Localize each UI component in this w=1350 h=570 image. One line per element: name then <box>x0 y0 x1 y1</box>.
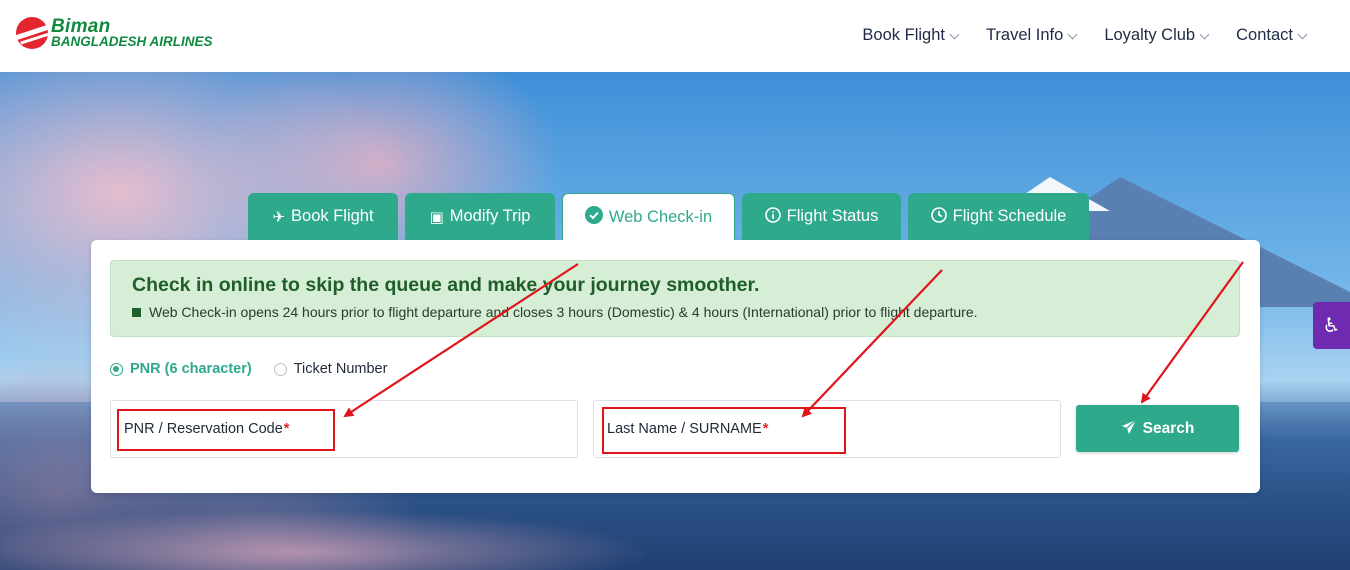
search-type-radio-group: PNR (6 character) Ticket Number <box>110 361 409 377</box>
web-check-in-card: Check in online to skip the queue and ma… <box>91 240 1260 493</box>
main-nav: Book Flight Travel Info Loyalty Club Con… <box>834 26 1308 45</box>
nav-travel-info[interactable]: Travel Info <box>985 26 1078 45</box>
site-header: Biman BANGLADESH AIRLINES Book Flight Tr… <box>0 0 1350 72</box>
tab-flight-schedule[interactable]: Flight Schedule <box>908 193 1089 240</box>
biman-logo-mark-icon <box>16 17 48 49</box>
radio-unselected-icon <box>273 362 287 376</box>
info-icon <box>764 206 781 227</box>
radio-ticket-number[interactable]: Ticket Number <box>273 361 388 377</box>
required-mark: * <box>283 421 290 437</box>
nav-loyalty-club-label: Loyalty Club <box>1104 26 1196 44</box>
last-name-input[interactable]: Last Name / SURNAME * <box>593 400 1061 458</box>
tab-modify-trip[interactable]: ▣ Modify Trip <box>405 193 555 240</box>
chevron-down-icon <box>1067 29 1078 39</box>
notice-body-text: Web Check-in opens 24 hours prior to fli… <box>149 304 978 320</box>
accessibility-button[interactable]: ♿ <box>1313 302 1350 349</box>
radio-ticket-number-label: Ticket Number <box>293 361 388 377</box>
radio-pnr[interactable]: PNR (6 character) <box>110 361 252 377</box>
tab-modify-trip-label: Modify Trip <box>449 207 531 225</box>
radio-selected-icon <box>110 362 123 376</box>
chevron-down-icon <box>949 29 960 39</box>
nav-travel-info-label: Travel Info <box>985 26 1064 44</box>
square-bullet-icon <box>132 307 141 317</box>
pnr-input[interactable]: PNR / Reservation Code * <box>110 400 578 458</box>
blossom-shape <box>0 492 1350 570</box>
last-name-input-label: Last Name / SURNAME <box>607 421 762 437</box>
luggage-icon: ▣ <box>429 208 444 226</box>
logo-text: Biman BANGLADESH AIRLINES <box>51 17 213 49</box>
nav-contact-label: Contact <box>1236 26 1293 44</box>
logo-line2: BANGLADESH AIRLINES <box>51 34 213 50</box>
notice-body: Web Check-in opens 24 hours prior to fli… <box>132 304 1218 320</box>
notice-title: Check in online to skip the queue and ma… <box>132 274 760 296</box>
radio-pnr-label: PNR (6 character) <box>130 361 252 377</box>
tab-flight-schedule-label: Flight Schedule <box>952 207 1067 225</box>
nav-contact[interactable]: Contact <box>1236 26 1308 45</box>
chevron-down-icon <box>1297 29 1308 39</box>
check-circle-icon <box>584 206 603 228</box>
pnr-input-label: PNR / Reservation Code <box>124 421 283 437</box>
clock-icon <box>930 206 947 227</box>
tab-flight-status[interactable]: Flight Status <box>742 193 901 240</box>
required-mark: * <box>762 421 769 437</box>
nav-book-flight-label: Book Flight <box>862 26 945 44</box>
plane-icon: ✈ <box>272 208 286 226</box>
nav-book-flight[interactable]: Book Flight <box>862 26 960 45</box>
nav-loyalty-club[interactable]: Loyalty Club <box>1104 26 1210 45</box>
tab-web-check-in-label: Web Check-in <box>608 207 713 226</box>
tab-book-flight[interactable]: ✈ Book Flight <box>248 193 398 240</box>
tab-web-check-in[interactable]: Web Check-in <box>562 193 735 240</box>
search-button[interactable]: Search <box>1076 405 1239 452</box>
accessibility-icon: ♿ <box>1322 315 1341 337</box>
chevron-down-icon <box>1199 29 1210 39</box>
biman-logo[interactable]: Biman BANGLADESH AIRLINES <box>16 17 213 49</box>
search-button-label: Search <box>1142 419 1195 437</box>
booking-tabs: ✈ Book Flight ▣ Modify Trip Web Check-in… <box>248 193 1096 240</box>
paper-plane-icon <box>1121 419 1137 439</box>
tab-book-flight-label: Book Flight <box>291 207 374 225</box>
check-in-notice: Check in online to skip the queue and ma… <box>110 260 1240 337</box>
tab-flight-status-label: Flight Status <box>786 207 879 225</box>
